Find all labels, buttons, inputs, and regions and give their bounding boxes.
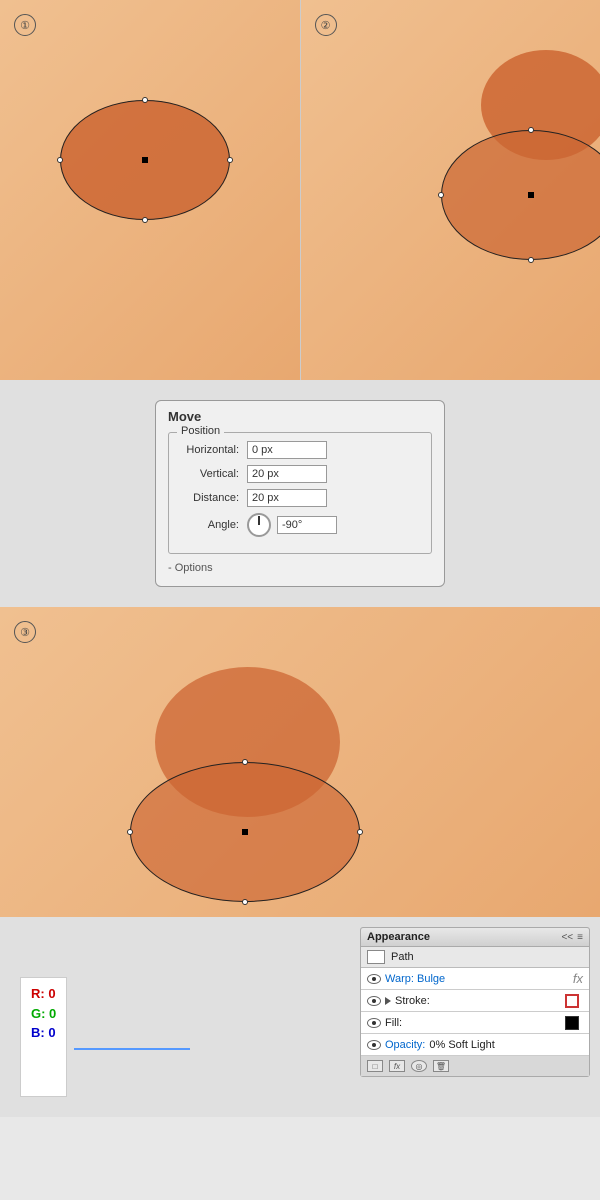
- cp-left: [438, 192, 444, 198]
- angle-input[interactable]: [277, 516, 337, 534]
- cp-center: [242, 829, 248, 835]
- stroke-expand-arrow[interactable]: [385, 997, 391, 1005]
- ap-warp-label[interactable]: Warp: Bulge: [385, 973, 445, 985]
- cp-center: [142, 157, 148, 163]
- position-legend: Position: [177, 425, 224, 437]
- footer-fx-icon[interactable]: fx: [389, 1060, 405, 1072]
- ap-opacity-label[interactable]: Opacity:: [385, 1039, 425, 1051]
- footer-trash-icon[interactable]: 🗑: [433, 1060, 449, 1072]
- ellipse-1-container: [0, 0, 300, 380]
- connector-line: [74, 1048, 190, 1050]
- step-2-number: ②: [315, 14, 337, 36]
- ap-footer: □ fx ◎ 🗑: [361, 1056, 589, 1076]
- ap-header-controls: << ≡: [561, 932, 583, 943]
- dialog-title: Move: [168, 409, 432, 424]
- path-thumbnail: [367, 950, 385, 964]
- ap-warp-fx: fx: [573, 971, 583, 986]
- angle-row: Angle:: [179, 513, 421, 537]
- rgb-box: R: 0 G: 0 B: 0: [20, 977, 67, 1097]
- ap-fill-label: Fill:: [385, 1017, 565, 1029]
- distance-label: Distance:: [179, 492, 247, 504]
- warp-visibility-eye[interactable]: [367, 974, 381, 984]
- cp-top: [528, 127, 534, 133]
- horizontal-input[interactable]: [247, 441, 327, 459]
- fill-color-swatch[interactable]: [565, 1016, 579, 1030]
- ap-panel-title: Appearance: [367, 931, 430, 943]
- vertical-input[interactable]: [247, 465, 327, 483]
- footer-square-icon[interactable]: □: [367, 1060, 383, 1072]
- cp-top: [142, 97, 148, 103]
- horizontal-label: Horizontal:: [179, 444, 247, 456]
- cp-bottom: [142, 217, 148, 223]
- ap-stroke-row[interactable]: Stroke:: [361, 990, 589, 1012]
- panel-1: ①: [0, 0, 301, 380]
- rgb-g-label: G: 0: [31, 1004, 56, 1024]
- vertical-label: Vertical:: [179, 468, 247, 480]
- top-panels: ① ②: [0, 0, 600, 380]
- ap-path-label: Path: [391, 951, 583, 963]
- panel-3: ③: [0, 607, 600, 917]
- panel-2: ②: [301, 0, 600, 380]
- cp-right: [227, 157, 233, 163]
- distance-input[interactable]: [247, 489, 327, 507]
- p3-ellipse-bottom-outline: [130, 762, 360, 902]
- angle-dial[interactable]: [247, 513, 271, 537]
- ap-menu-icon[interactable]: ≡: [577, 932, 583, 943]
- move-dialog: Move Position Horizontal: Vertical: Dist…: [155, 400, 445, 587]
- ellipse-1-outline: [60, 100, 230, 220]
- vertical-row: Vertical:: [179, 465, 421, 483]
- ap-warp-row[interactable]: Warp: Bulge fx: [361, 968, 589, 990]
- ap-opacity-row[interactable]: Opacity: 0% Soft Light: [361, 1034, 589, 1056]
- rgb-b-label: B: 0: [31, 1023, 56, 1043]
- ap-path-row[interactable]: Path: [361, 947, 589, 968]
- ap-stroke-label: Stroke:: [395, 995, 565, 1007]
- angle-label: Angle:: [179, 519, 247, 531]
- stroke-visibility-eye[interactable]: [367, 996, 381, 1006]
- cp-bottom: [528, 257, 534, 263]
- ellipse-2-bottom-outline: [441, 130, 600, 260]
- cp-bottom: [242, 899, 248, 905]
- appearance-section: R: 0 G: 0 B: 0 Appearance << ≡ Path Warp…: [0, 917, 600, 1117]
- dialog-area: Move Position Horizontal: Vertical: Dist…: [0, 380, 600, 607]
- cp-right: [357, 829, 363, 835]
- ap-double-arrow[interactable]: <<: [561, 932, 573, 943]
- ap-opacity-value: 0% Soft Light: [429, 1039, 583, 1051]
- cp-top: [242, 759, 248, 765]
- footer-circle-icon[interactable]: ◎: [411, 1060, 427, 1072]
- appearance-panel: Appearance << ≡ Path Warp: Bulge fx Stro…: [360, 927, 590, 1077]
- position-fieldset: Position Horizontal: Vertical: Distance:…: [168, 432, 432, 554]
- opacity-visibility-eye[interactable]: [367, 1040, 381, 1050]
- fill-visibility-eye[interactable]: [367, 1018, 381, 1028]
- ap-fill-row[interactable]: Fill:: [361, 1012, 589, 1034]
- cp-left: [57, 157, 63, 163]
- distance-row: Distance:: [179, 489, 421, 507]
- rgb-r-label: R: 0: [31, 984, 56, 1004]
- cp-center: [528, 192, 534, 198]
- step-3-number: ③: [14, 621, 36, 643]
- cp-left: [127, 829, 133, 835]
- stroke-color-swatch[interactable]: [565, 994, 579, 1008]
- ap-header: Appearance << ≡: [361, 928, 589, 947]
- options-label: - Options: [168, 562, 432, 574]
- horizontal-row: Horizontal:: [179, 441, 421, 459]
